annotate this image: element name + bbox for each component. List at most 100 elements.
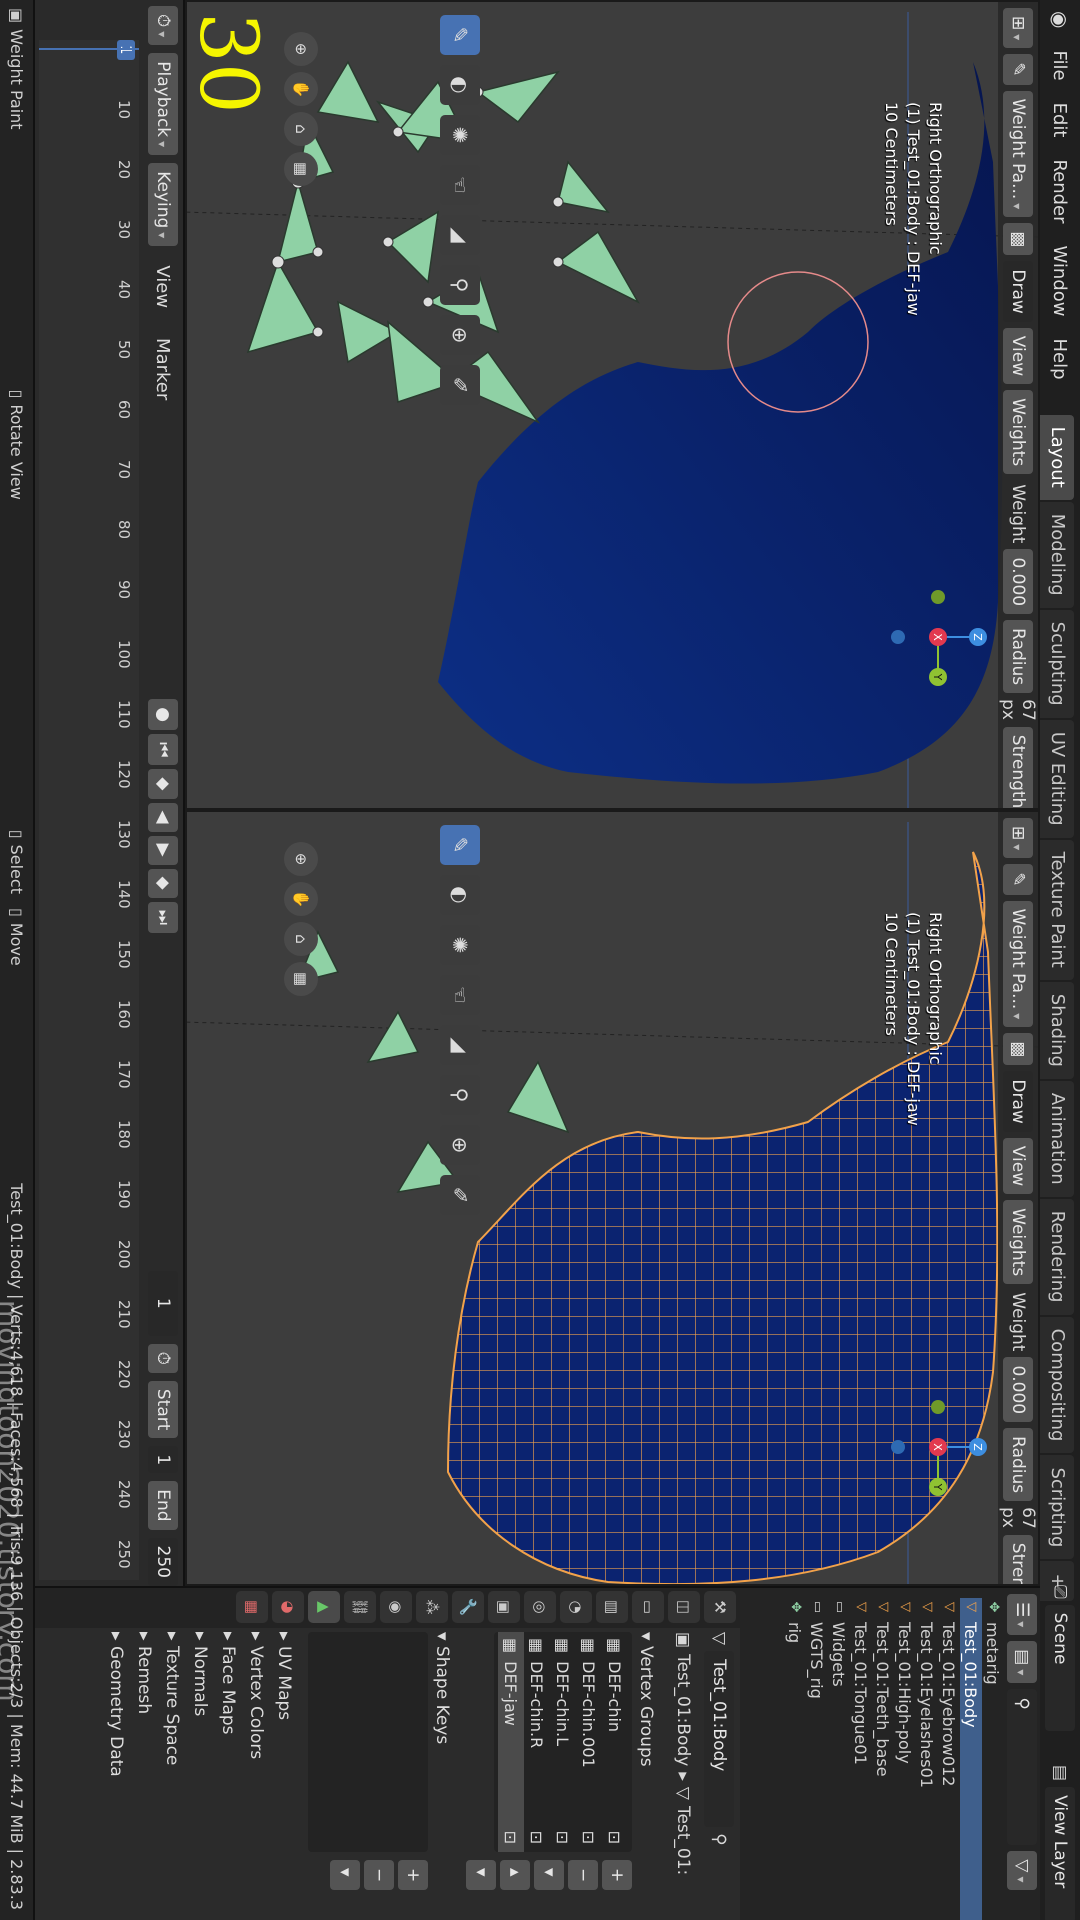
timeline-view-menu[interactable]: View xyxy=(153,254,174,319)
blur-tool-icon[interactable]: ◐ xyxy=(440,875,480,915)
left-weight-field[interactable]: 0.000 xyxy=(1003,549,1033,615)
right-brush-name[interactable]: Draw xyxy=(1003,1071,1033,1132)
tab-sculpting[interactable]: Sculpting xyxy=(1040,609,1074,718)
tab-uv-editing[interactable]: UV Editing xyxy=(1040,719,1074,838)
properties-panel-header[interactable]: ▸ UV Maps xyxy=(270,1632,298,1916)
draw-tool-icon[interactable]: ✎ xyxy=(440,15,480,55)
tab-compositing[interactable]: Compositing xyxy=(1040,1316,1074,1454)
viewport-right[interactable]: X Y Z ⊞▾ ✎ Weight Pa...▾ ▩ Draw View Wei… xyxy=(185,810,1040,1586)
scene-field[interactable]: Scene xyxy=(1045,1604,1075,1731)
properties-panel-header[interactable]: ▸ Geometry Data xyxy=(102,1632,130,1916)
next-keyframe-icon[interactable]: ◆ xyxy=(148,868,178,898)
start-frame-field[interactable]: 1 xyxy=(148,1446,178,1474)
lock-icon[interactable]: ⊡ xyxy=(554,1831,573,1844)
outliner-row[interactable]: ▽ Test_01:Body xyxy=(960,1598,982,1920)
right-strength-label[interactable]: Strength xyxy=(1003,1534,1033,1586)
menu-window[interactable]: Window xyxy=(1050,235,1071,328)
viewport-left[interactable]: X Y Z ⊞▾ ✎ Weight Pa...▾ ▩ Draw View Wei… xyxy=(185,0,1040,810)
shape-key-list[interactable] xyxy=(308,1632,428,1852)
vertex-group-item[interactable]: ▦ DEF-chin.L ⊡ xyxy=(550,1632,576,1852)
properties-panel-header[interactable]: ▸ Face Maps xyxy=(214,1632,242,1916)
outliner-row[interactable]: ✥ rig xyxy=(784,1598,806,1920)
outliner-row[interactable]: ▭ WGTS_rig xyxy=(806,1598,828,1920)
sample-tool-icon[interactable]: ⚲ xyxy=(440,1075,480,1115)
shape-keys-panel-header[interactable]: ▾ Shape Keys xyxy=(428,1632,456,1916)
keying-menu[interactable]: Keying▾ xyxy=(148,163,178,247)
smear-tool-icon[interactable]: ☜ xyxy=(440,165,480,205)
lock-icon[interactable]: ⊡ xyxy=(528,1831,547,1844)
right-weights-menu[interactable]: Weights xyxy=(1003,1200,1033,1285)
filter-icon[interactable]: ▽▾ xyxy=(1007,1851,1037,1891)
world-tab-icon[interactable]: ◎ xyxy=(524,1591,556,1623)
current-frame-field[interactable]: 1 xyxy=(148,1271,178,1336)
lock-icon[interactable]: ⊡ xyxy=(502,1831,521,1844)
constraints-tab-icon[interactable]: ⛓ xyxy=(344,1591,376,1623)
tool-tab-icon[interactable]: ⚒ xyxy=(704,1591,736,1623)
playback-menu[interactable]: Playback▾ xyxy=(148,53,178,156)
camera-view-icon[interactable]: ⌂ xyxy=(284,112,318,146)
prev-keyframe-icon[interactable]: ◆ xyxy=(148,769,178,799)
left-strength-label[interactable]: Strength xyxy=(1003,726,1033,810)
vertex-groups-panel-header[interactable]: ▾ Vertex Groups xyxy=(632,1632,660,1916)
left-mode-selector[interactable]: Weight Pa...▾ xyxy=(1003,90,1033,218)
jump-start-icon[interactable]: ⏮ xyxy=(148,734,178,766)
lock-icon[interactable]: ⊡ xyxy=(580,1831,599,1844)
brush-preview-icon[interactable]: ▩ xyxy=(1003,1033,1033,1066)
brush-tool-icon[interactable]: ✎ xyxy=(1003,54,1033,85)
play-reverse-icon[interactable]: ◀ xyxy=(148,802,178,832)
object-tab-icon[interactable]: ▣ xyxy=(488,1591,520,1623)
jump-end-icon[interactable]: ⏭ xyxy=(148,901,178,934)
render-tab-icon[interactable]: ◫ xyxy=(668,1591,700,1623)
right-radius-value[interactable]: 67 px xyxy=(998,1507,1038,1529)
left-radius-label[interactable]: Radius xyxy=(1003,620,1033,694)
display-mode-button[interactable]: ▤▾ xyxy=(1007,1641,1037,1684)
add-group-button[interactable]: + xyxy=(602,1860,632,1891)
texture-tab-icon[interactable]: ▦ xyxy=(236,1591,268,1623)
tab-rendering[interactable]: Rendering xyxy=(1040,1198,1074,1315)
outliner-search-input[interactable]: ⚲ xyxy=(1007,1689,1037,1846)
smear-tool-icon[interactable]: ☜ xyxy=(440,975,480,1015)
menu-file[interactable]: File xyxy=(1050,39,1071,91)
group-specials-button[interactable]: ▾ xyxy=(534,1860,564,1891)
properties-panel-header[interactable]: ▸ Vertex Colors xyxy=(242,1632,270,1916)
use-preview-range-icon[interactable]: ⏱ xyxy=(148,1343,178,1373)
brush-preview-icon[interactable]: ▩ xyxy=(1003,223,1033,256)
move-down-icon[interactable]: ▾ xyxy=(466,1860,496,1891)
timeline-editor-type[interactable]: ⏱▾ xyxy=(148,6,178,46)
cursor-tool-icon[interactable]: ⊕ xyxy=(440,1125,480,1165)
right-weight-field[interactable]: 0.000 xyxy=(1003,1357,1033,1423)
record-icon[interactable]: ● xyxy=(148,699,178,731)
ortho-grid-icon[interactable]: ▦ xyxy=(284,962,318,996)
end-frame-field[interactable]: 250 xyxy=(148,1537,178,1586)
pan-hand-icon[interactable]: ✋ xyxy=(284,72,318,106)
gradient-tool-icon[interactable]: ◢ xyxy=(440,1025,480,1065)
right-mode-selector[interactable]: Weight Pa...▾ xyxy=(1003,900,1033,1028)
pan-hand-icon[interactable]: ✋ xyxy=(284,882,318,916)
vertex-group-item[interactable]: ▦ DEF-chin.R ⊡ xyxy=(524,1632,550,1852)
outliner-row[interactable]: ▭ Widgets xyxy=(828,1598,850,1920)
left-weights-menu[interactable]: Weights xyxy=(1003,390,1033,475)
blender-logo-icon[interactable]: ◉ xyxy=(1048,0,1072,39)
tab-animation[interactable]: Animation xyxy=(1040,1080,1074,1197)
draw-tool-icon[interactable]: ✎ xyxy=(440,825,480,865)
tab-layout[interactable]: Layout xyxy=(1040,414,1074,500)
editor-type-button[interactable]: ⊞▾ xyxy=(1003,8,1033,49)
physics-tab-icon[interactable]: ◉ xyxy=(380,1591,412,1623)
lock-icon[interactable]: ⊡ xyxy=(606,1831,625,1844)
play-icon[interactable]: ▶ xyxy=(148,835,178,865)
view-layer-field[interactable]: View Layer xyxy=(1045,1787,1075,1920)
editor-type-button[interactable]: ⊞▾ xyxy=(1003,818,1033,859)
outliner-row[interactable]: ✥ metarig xyxy=(982,1598,1004,1920)
scene-tab-icon[interactable]: ◔ xyxy=(560,1591,592,1623)
add-shape-key-button[interactable]: + xyxy=(398,1860,428,1891)
shape-key-specials-button[interactable]: ▾ xyxy=(330,1860,360,1891)
zoom-icon[interactable]: ⊕ xyxy=(284,842,318,876)
camera-view-icon[interactable]: ⌂ xyxy=(284,922,318,956)
vertex-group-item[interactable]: ▦ DEF-jaw ⊡ xyxy=(498,1632,524,1852)
data-block-name[interactable]: Test_01:Body xyxy=(704,1651,734,1828)
brush-tool-icon[interactable]: ✎ xyxy=(1003,864,1033,895)
left-view-menu[interactable]: View xyxy=(1003,327,1033,385)
menu-edit[interactable]: Edit xyxy=(1050,92,1071,149)
left-brush-name[interactable]: Draw xyxy=(1003,261,1033,322)
outliner-row[interactable]: ▽ Test_01:Eyelashes01 xyxy=(916,1598,938,1920)
